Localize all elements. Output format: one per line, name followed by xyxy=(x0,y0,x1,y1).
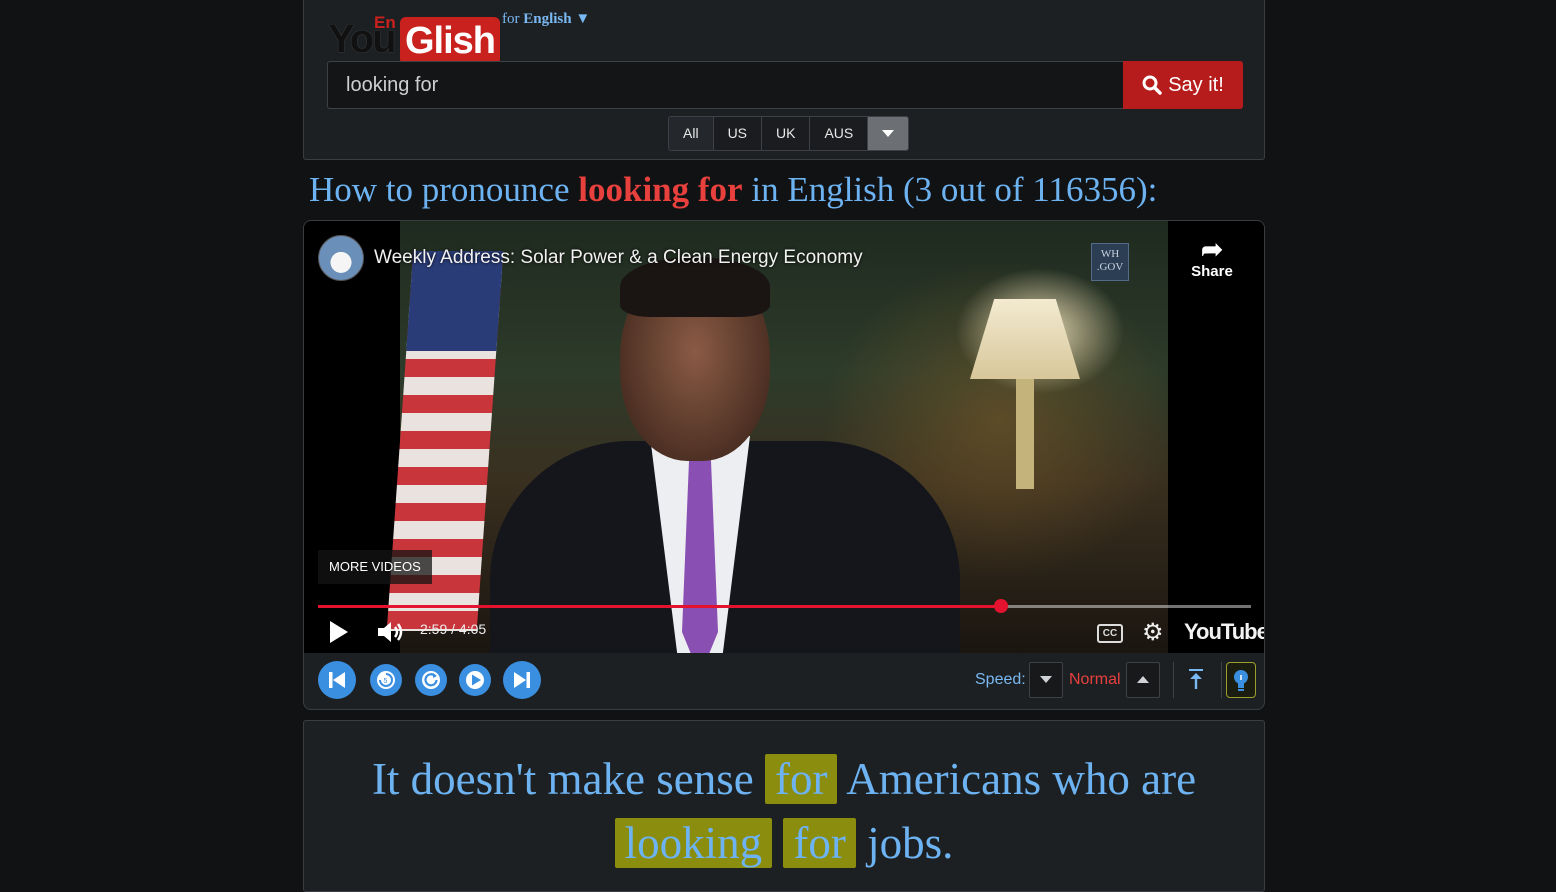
volume-icon[interactable] xyxy=(376,619,404,645)
caret-down-icon xyxy=(882,129,895,137)
speed-label: Speed: xyxy=(975,671,1026,688)
wh-gov-badge: WH .GOV xyxy=(1091,243,1129,281)
video-title[interactable]: Weekly Address: Solar Power & a Clean En… xyxy=(374,247,863,269)
logo-glish: Glish xyxy=(400,17,501,65)
progress-scrubber[interactable] xyxy=(993,599,1008,613)
share-label: Share xyxy=(1191,263,1233,280)
play-clip-button[interactable] xyxy=(459,664,491,696)
accent-us[interactable]: US xyxy=(713,117,763,150)
player-controls: 2:59 / 4:05 CC ⚙ YouTube xyxy=(304,613,1264,653)
video-panel: Weekly Address: Solar Power & a Clean En… xyxy=(303,220,1265,710)
replay-button[interactable] xyxy=(415,664,447,696)
time-display: 2:59 / 4:05 xyxy=(420,621,487,637)
next-video-button[interactable] xyxy=(503,661,541,699)
play-circle-icon xyxy=(466,671,484,689)
say-it-button[interactable]: Say it! xyxy=(1123,61,1243,109)
accent-aus[interactable]: AUS xyxy=(810,117,869,150)
title-prefix: How to pronounce xyxy=(309,170,570,209)
total-time: 4:05 xyxy=(458,621,487,637)
channel-avatar[interactable] xyxy=(318,235,364,281)
title-term: looking for xyxy=(578,170,743,209)
lightbulb-icon xyxy=(1234,670,1248,691)
logo-en: En xyxy=(374,13,396,32)
tips-button[interactable] xyxy=(1226,662,1256,698)
chevron-down-icon: ▼ xyxy=(575,11,591,27)
replay-5-button[interactable]: 5 xyxy=(370,664,402,696)
title-suffix: in English (3 out of 116356): xyxy=(751,170,1158,209)
more-accents-dropdown[interactable] xyxy=(868,117,909,150)
speed-value: Normal xyxy=(1069,671,1121,688)
caption-segment: Americans who are xyxy=(837,754,1197,804)
speaker-image xyxy=(490,257,960,653)
arrow-to-top-icon xyxy=(1189,669,1203,689)
say-it-label: Say it! xyxy=(1168,73,1224,96)
previous-video-button[interactable] xyxy=(318,661,356,699)
share-button[interactable]: ➦ Share xyxy=(1184,235,1240,280)
caption-text: It doesn't make sense for Americans who … xyxy=(304,747,1264,875)
accent-uk[interactable]: UK xyxy=(762,117,811,150)
search-input[interactable] xyxy=(327,61,1123,109)
language-prefix: for xyxy=(502,11,520,27)
video-player[interactable]: Weekly Address: Solar Power & a Clean En… xyxy=(304,221,1264,653)
caption-segment xyxy=(772,818,783,868)
caption-highlight[interactable]: looking xyxy=(614,818,773,868)
search-icon xyxy=(1142,75,1162,95)
toolbar-divider xyxy=(1221,662,1222,698)
captions-button[interactable]: CC xyxy=(1097,624,1123,643)
language-name: English xyxy=(523,11,572,27)
header-panel: You En Glish for English ▼ Say it! All U… xyxy=(303,0,1265,160)
skip-previous-icon xyxy=(329,672,345,688)
language-selector[interactable]: for English ▼ xyxy=(502,11,590,28)
scroll-top-button[interactable] xyxy=(1180,661,1212,697)
current-time: 2:59 xyxy=(420,621,448,637)
replay-icon xyxy=(422,671,440,689)
player-toolbar: 5 Speed: Normal xyxy=(304,653,1264,709)
gear-icon[interactable]: ⚙ xyxy=(1142,618,1164,647)
progress-fill xyxy=(318,605,1001,608)
more-videos-button[interactable]: MORE VIDEOS xyxy=(318,550,432,584)
caption-segment: It doesn't make sense xyxy=(371,754,765,804)
skip-next-icon xyxy=(514,672,530,688)
speed-up-button[interactable] xyxy=(1126,662,1160,698)
accent-all[interactable]: All xyxy=(669,117,714,150)
replay-5-icon: 5 xyxy=(377,671,395,689)
lamp-image xyxy=(970,299,1080,379)
youglish-logo[interactable]: You En Glish xyxy=(328,7,508,65)
accent-filter: All US UK AUS xyxy=(668,116,910,151)
caret-up-icon xyxy=(1137,676,1149,683)
share-arrow-icon: ➦ xyxy=(1201,234,1223,264)
page-title: How to pronounce looking for in English … xyxy=(309,170,1157,210)
play-icon[interactable] xyxy=(330,621,348,643)
caption-highlight[interactable]: for xyxy=(783,818,856,868)
speed-down-button[interactable] xyxy=(1029,662,1063,698)
svg-text:5: 5 xyxy=(384,678,388,685)
caption-highlight[interactable]: for xyxy=(764,754,838,804)
youtube-logo[interactable]: YouTube xyxy=(1184,619,1264,645)
toolbar-divider xyxy=(1173,662,1174,698)
caption-panel: It doesn't make sense for Americans who … xyxy=(303,720,1265,892)
caption-segment: jobs. xyxy=(855,818,954,868)
lamp-base xyxy=(1016,379,1034,489)
caret-down-icon xyxy=(1040,676,1052,683)
video-frame xyxy=(386,221,1168,653)
progress-bar[interactable] xyxy=(318,599,1251,613)
